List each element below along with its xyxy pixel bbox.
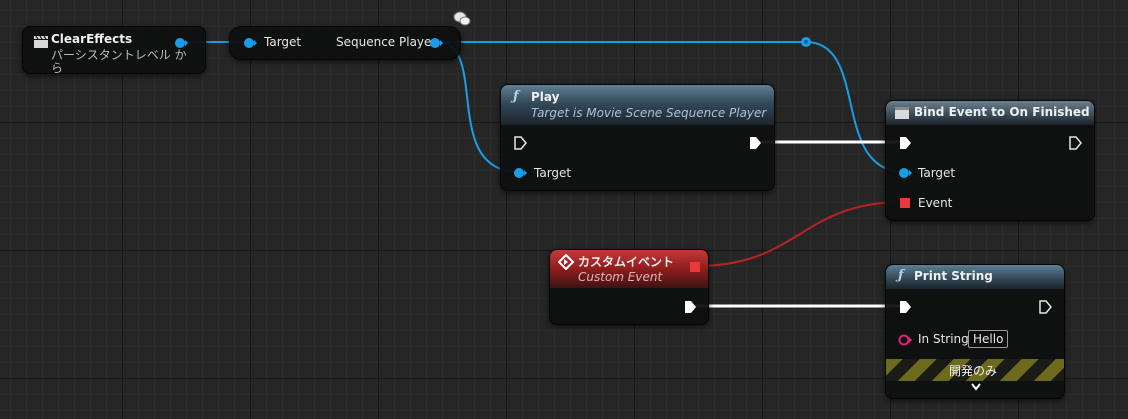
clear-effects-node[interactable]: ClearEffects パーシスタントレベル か ら — [22, 26, 206, 75]
development-only-label: 開発のみ — [949, 364, 998, 378]
delegate-output-pin[interactable] — [689, 261, 701, 273]
node-subtitle: パーシスタントレベル か — [51, 48, 187, 62]
exec-output-pin[interactable] — [1038, 300, 1052, 314]
window-icon — [895, 107, 909, 119]
sequence-player-getter-node[interactable]: Target Sequence Player — [229, 26, 461, 60]
event-diamond-icon — [558, 254, 574, 270]
node-subtitle-line2: ら — [51, 61, 64, 75]
node-title: カスタムイベント — [578, 255, 675, 269]
bind-event-node[interactable]: Bind Event to On Finished Target Event — [885, 100, 1095, 221]
in-string-input[interactable]: Hello — [968, 330, 1009, 348]
play-function-node[interactable]: ƒ Play Target is Movie Scene Sequence Pl… — [500, 84, 775, 191]
sequence-player-label: Sequence Player — [336, 35, 437, 49]
delegate-input-pin[interactable] — [899, 197, 911, 209]
clapperboard-icon — [34, 35, 48, 48]
event-label: Event — [918, 196, 953, 210]
node-title: Play — [531, 90, 560, 104]
node-title: ClearEffects — [51, 32, 133, 46]
chevron-down-icon[interactable] — [970, 382, 982, 392]
exec-output-pin[interactable] — [748, 136, 762, 150]
target-input-pin[interactable] — [898, 166, 912, 180]
target-input-pin[interactable] — [243, 36, 257, 50]
exec-output-pin[interactable] — [683, 300, 697, 314]
target-label: Target — [534, 166, 572, 180]
sequence-player-output-pin[interactable] — [429, 36, 443, 50]
in-string-label: In String — [918, 332, 969, 346]
target-label: Target — [918, 166, 956, 180]
function-icon: ƒ — [513, 89, 519, 104]
comment-bubble-icon[interactable] — [452, 10, 472, 28]
function-icon: ƒ — [898, 268, 904, 283]
output-object-pin[interactable] — [174, 36, 188, 50]
node-subtitle: Custom Event — [578, 270, 663, 284]
exec-input-pin[interactable] — [513, 136, 527, 150]
string-input-pin[interactable] — [898, 333, 913, 347]
delegate-wire — [695, 201, 905, 267]
target-input-pin[interactable] — [513, 166, 527, 180]
node-title: Print String — [914, 269, 993, 283]
node-title: Bind Event to On Finished — [914, 105, 1090, 119]
custom-event-node[interactable]: カスタムイベント Custom Event — [549, 249, 709, 325]
target-label: Target — [264, 35, 302, 49]
exec-output-pin[interactable] — [1068, 136, 1082, 150]
print-string-node[interactable]: ƒ Print String In String Hello 開発のみ — [885, 264, 1065, 399]
node-subtitle: Target is Movie Scene Sequence Player — [531, 106, 767, 120]
exec-input-pin[interactable] — [898, 136, 912, 150]
exec-input-pin[interactable] — [898, 300, 912, 314]
